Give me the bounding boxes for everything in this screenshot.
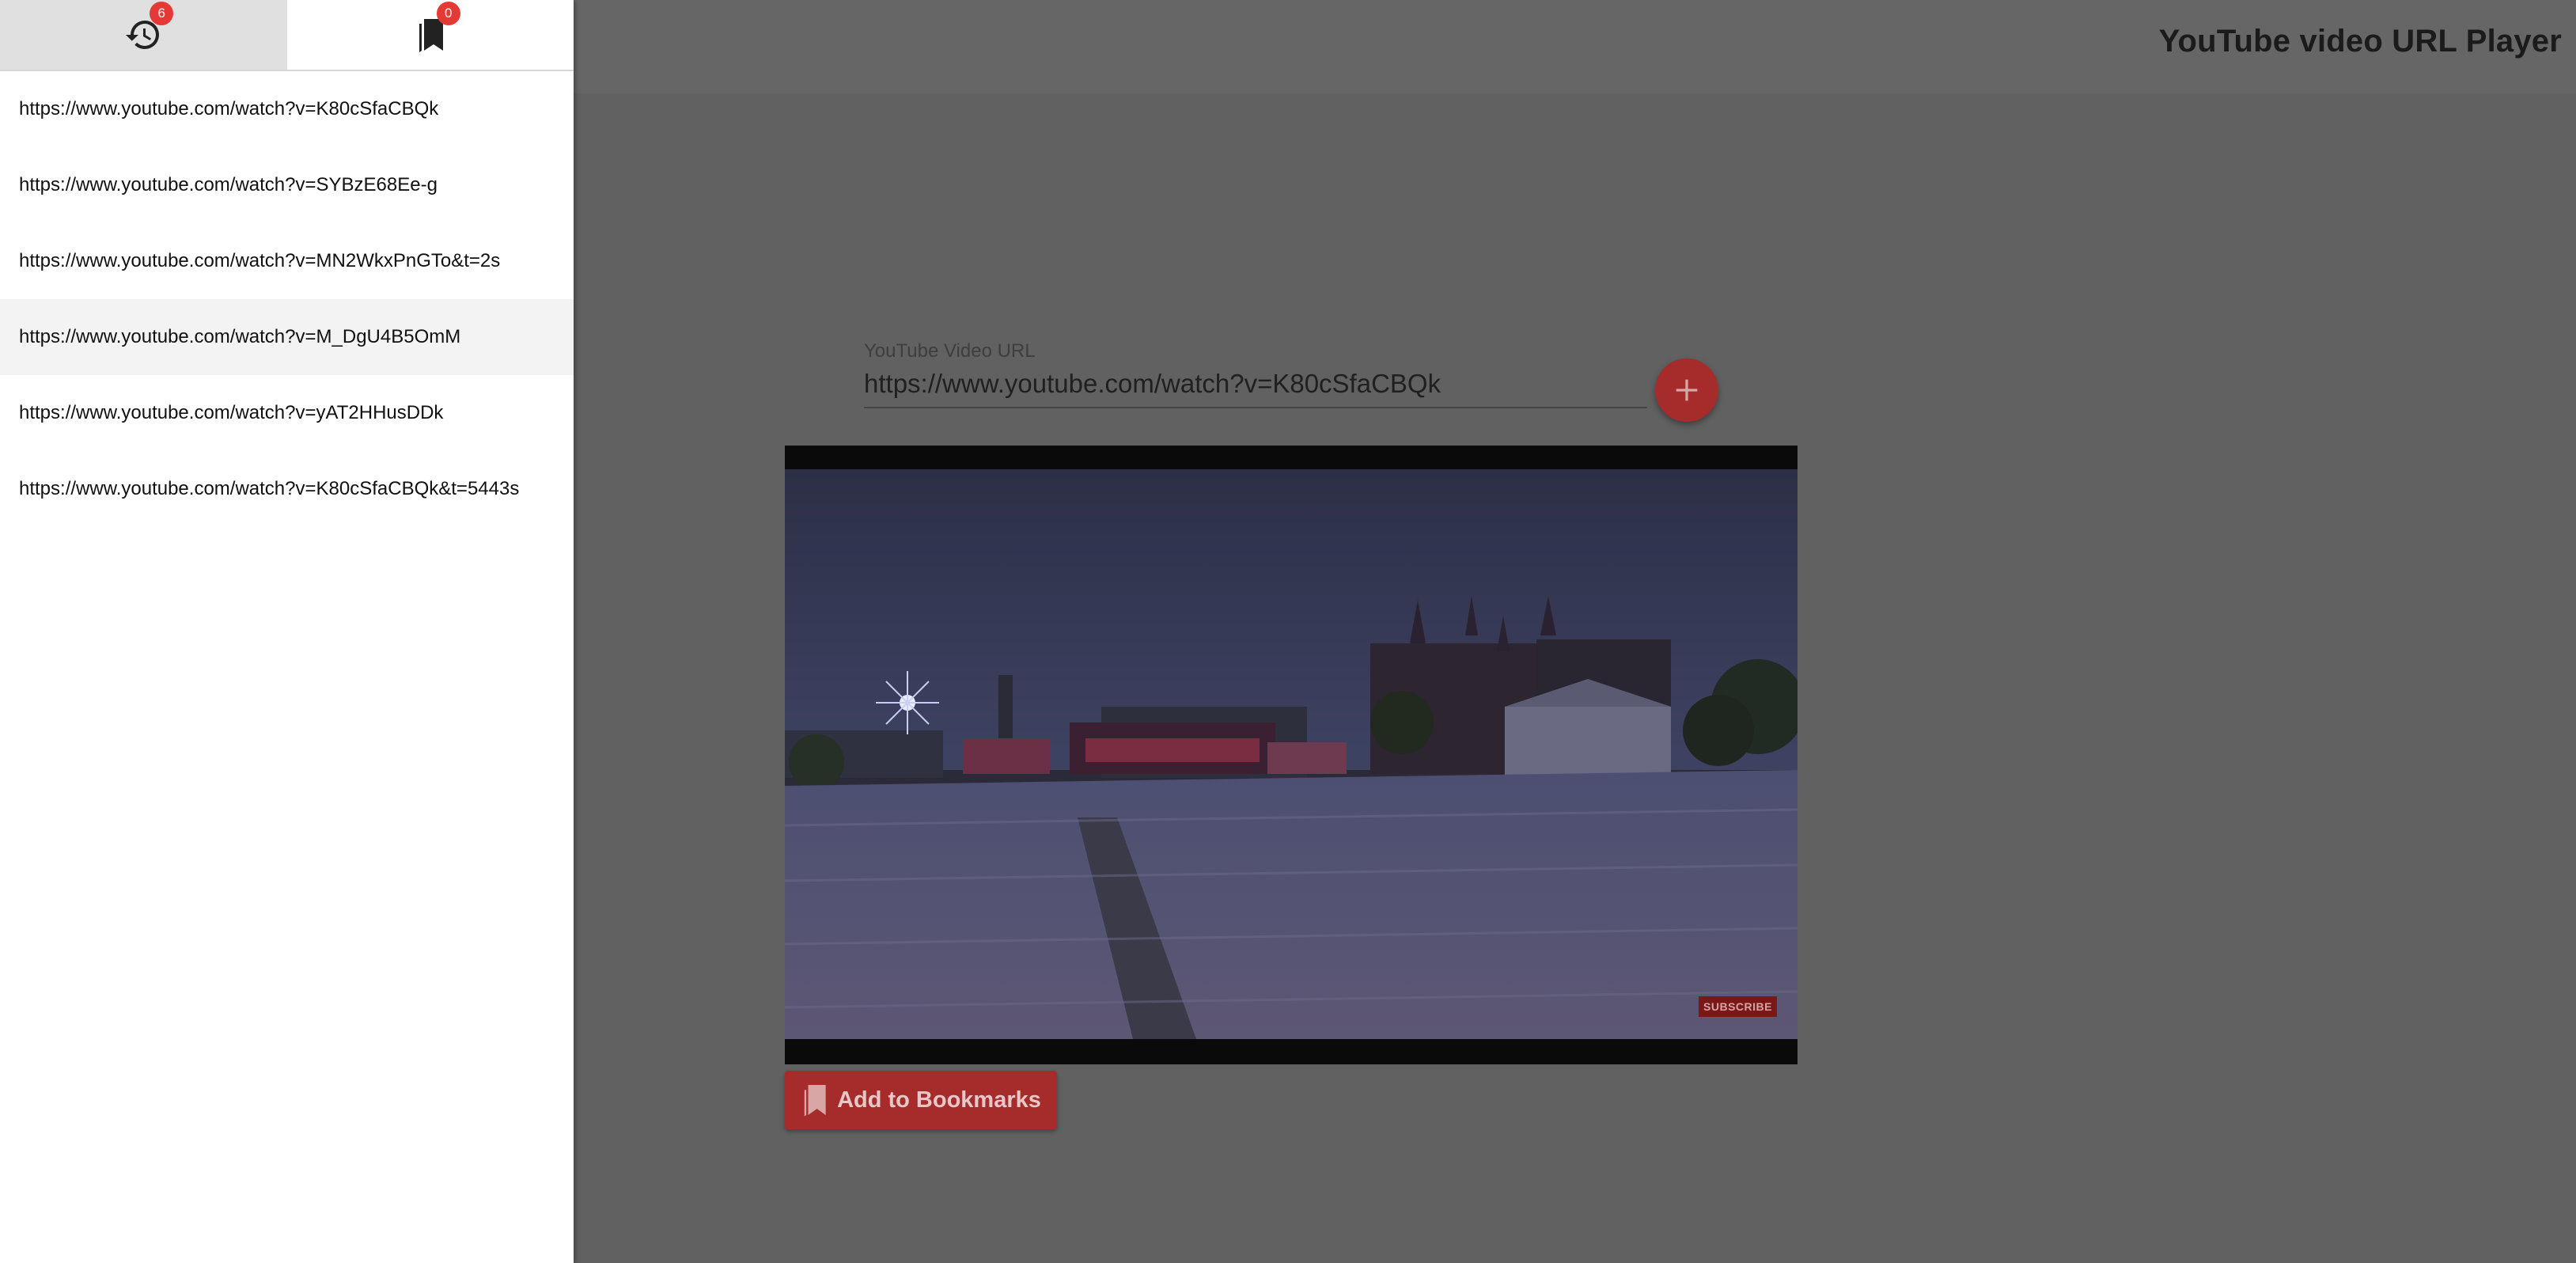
bookmarks-icon [804,1085,826,1117]
subscribe-watermark[interactable]: SUBSCRIBE [1699,996,1777,1017]
add-to-bookmarks-button[interactable]: Add to Bookmarks [785,1071,1057,1129]
url-field: YouTube Video URL [864,340,1654,408]
history-item[interactable]: https://www.youtube.com/watch?v=SYBzE68E… [0,147,574,223]
history-count-badge: 6 [150,2,174,25]
tab-history[interactable]: 6 [0,0,287,70]
video-frame [785,469,1798,1039]
history-item[interactable]: https://www.youtube.com/watch?v=yAT2HHus… [0,375,574,451]
url-input[interactable] [864,362,1647,408]
history-item[interactable]: https://www.youtube.com/watch?v=MN2WkxPn… [0,223,574,299]
plus-icon [1676,379,1698,401]
history-item[interactable]: https://www.youtube.com/watch?v=K80cSfaC… [0,451,574,527]
tab-bookmarks[interactable]: 0 [286,0,574,70]
url-field-label: YouTube Video URL [864,340,1036,362]
add-to-bookmarks-label: Add to Bookmarks [837,1087,1041,1113]
history-item[interactable]: https://www.youtube.com/watch?v=K80cSfaC… [0,71,574,147]
bookmarks-count-badge: 0 [436,2,460,25]
history-item[interactable]: https://www.youtube.com/watch?v=M_DgU4B5… [0,299,574,375]
app-title: YouTube video URL Player [2158,24,2562,59]
drawer-tabs: 6 0 [0,0,574,71]
video-player[interactable]: SUBSCRIBE [785,446,1798,1064]
add-url-button[interactable] [1655,358,1718,422]
history-drawer: 6 0 https://www.youtube.com/watch?v=K80c… [0,0,574,1263]
history-list: https://www.youtube.com/watch?v=K80cSfaC… [0,71,574,527]
